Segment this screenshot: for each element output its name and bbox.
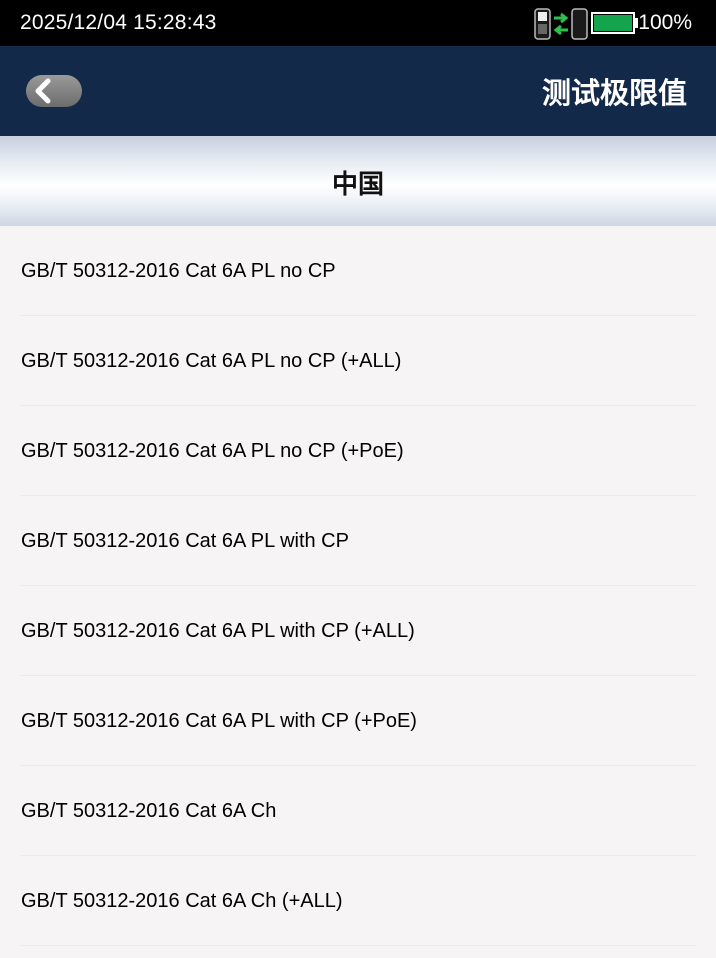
status-bar: 2025/12/04 15:28:43 100% xyxy=(0,0,716,46)
page-title: 测试极限值 xyxy=(541,76,687,110)
list-item-label: GB/T 50312-2016 Cat 6A PL no CP xyxy=(21,260,336,282)
list-item[interactable]: GB/T 50312-2016 Cat 6A Ch (+ALL) xyxy=(0,856,716,946)
divider xyxy=(20,945,696,946)
list-item-label: GB/T 50312-2016 Cat 6A PL with CP xyxy=(21,530,349,552)
battery-icon xyxy=(591,12,635,34)
list-item-label: GB/T 50312-2016 Cat 6A PL with CP (+PoE) xyxy=(21,710,417,732)
chevron-left-icon xyxy=(35,78,51,104)
list-item-label: GB/T 50312-2016 Cat 6A PL with CP (+ALL) xyxy=(21,620,415,642)
list-item[interactable]: GB/T 50312-2016 Cat 6A PL with CP (+PoE) xyxy=(0,676,716,766)
battery-fill xyxy=(594,15,632,31)
limit-list: GB/T 50312-2016 Cat 6A PL no CP GB/T 503… xyxy=(0,226,716,946)
section-title: 中国 xyxy=(331,170,384,200)
list-item[interactable]: GB/T 50312-2016 Cat 6A PL with CP (+ALL) xyxy=(0,586,716,676)
list-item[interactable]: GB/T 50312-2016 Cat 6A PL with CP xyxy=(0,496,716,586)
list-item[interactable]: GB/T 50312-2016 Cat 6A PL no CP (+ALL) xyxy=(0,316,716,406)
list-item-label: GB/T 50312-2016 Cat 6A PL no CP (+ALL) xyxy=(21,350,402,372)
list-item[interactable]: GB/T 50312-2016 Cat 6A PL no CP xyxy=(0,226,716,316)
list-item[interactable]: GB/T 50312-2016 Cat 6A Ch xyxy=(0,766,716,856)
title-bar: 测试极限值 xyxy=(0,46,716,136)
list-item-label: GB/T 50312-2016 Cat 6A Ch xyxy=(21,800,277,822)
list-item[interactable]: GB/T 50312-2016 Cat 6A PL no CP (+PoE) xyxy=(0,406,716,496)
list-item-label: GB/T 50312-2016 Cat 6A Ch (+ALL) xyxy=(21,890,343,912)
back-button[interactable] xyxy=(26,75,82,107)
battery-percent: 100% xyxy=(638,11,692,34)
device-link-icon xyxy=(533,8,589,40)
status-datetime: 2025/12/04 15:28:43 xyxy=(20,11,217,34)
list-item-label: GB/T 50312-2016 Cat 6A PL no CP (+PoE) xyxy=(21,440,404,462)
section-header: 中国 xyxy=(0,136,716,226)
